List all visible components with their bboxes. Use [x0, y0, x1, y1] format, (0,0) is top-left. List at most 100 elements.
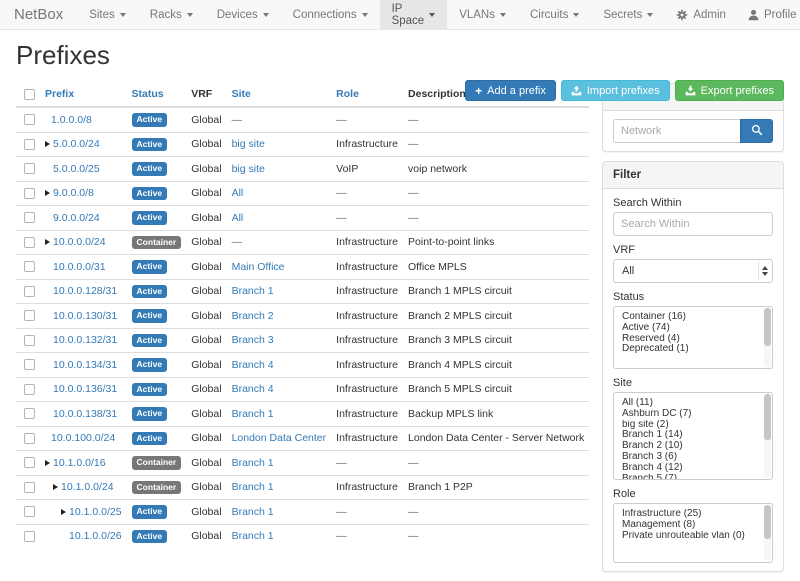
column-header-site[interactable]: Site	[227, 83, 332, 107]
site-link[interactable]: Branch 1	[232, 481, 274, 493]
row-checkbox-cell	[16, 132, 40, 157]
site-link[interactable]: Branch 1	[232, 457, 274, 469]
site-link[interactable]: Main Office	[232, 261, 285, 273]
brand-logo[interactable]: NetBox	[0, 0, 77, 29]
admin-link[interactable]: Admin	[665, 0, 737, 29]
nav-item-sites[interactable]: Sites	[77, 0, 138, 29]
nav-item-racks[interactable]: Racks	[138, 0, 205, 29]
prefix-link[interactable]: 10.1.0.0/24	[61, 481, 114, 493]
prefix-link[interactable]: 1.0.0.0/8	[51, 114, 92, 126]
nav-item-ip-space[interactable]: IP Space	[380, 0, 448, 29]
site-filter-option[interactable]: Branch 2 (10)	[614, 441, 772, 452]
profile-link[interactable]: Profile	[737, 0, 800, 29]
site-filter-option[interactable]: Branch 1 (14)	[614, 430, 772, 441]
expand-caret-icon[interactable]	[45, 141, 50, 147]
prefix-link[interactable]: 9.0.0.0/8	[53, 187, 94, 199]
site-filter-option[interactable]: Branch 4 (12)	[614, 463, 772, 474]
scrollbar-thumb[interactable]	[764, 308, 771, 346]
row-checkbox[interactable]	[24, 237, 35, 248]
site-link[interactable]: Branch 1	[232, 285, 274, 297]
prefix-link[interactable]: 10.1.0.0/16	[53, 457, 106, 469]
row-checkbox[interactable]	[24, 114, 35, 125]
row-checkbox[interactable]	[24, 139, 35, 150]
row-checkbox[interactable]	[24, 163, 35, 174]
site-link[interactable]: Branch 4	[232, 383, 274, 395]
row-checkbox[interactable]	[24, 286, 35, 297]
site-link[interactable]: London Data Center	[232, 432, 327, 444]
row-checkbox[interactable]	[24, 457, 35, 468]
site-link[interactable]: Branch 1	[232, 506, 274, 518]
export-prefixes-button[interactable]: Export prefixes	[675, 80, 784, 101]
prefix-link[interactable]: 10.0.100.0/24	[51, 432, 115, 444]
site-filter-option[interactable]: Branch 5 (7)	[614, 474, 772, 480]
import-prefixes-button[interactable]: Import prefixes	[561, 80, 670, 101]
status-filter-option[interactable]: Active (74)	[614, 323, 772, 334]
prefix-link[interactable]: 10.1.0.0/25	[69, 506, 122, 518]
prefix-link[interactable]: 10.0.0.136/31	[53, 383, 117, 395]
row-checkbox[interactable]	[24, 310, 35, 321]
row-checkbox[interactable]	[24, 433, 35, 444]
expand-caret-icon[interactable]	[45, 190, 50, 196]
site-link[interactable]: big site	[232, 138, 265, 150]
prefix-link[interactable]: 9.0.0.0/24	[53, 212, 100, 224]
prefix-link[interactable]: 10.0.0.0/24	[53, 236, 106, 248]
prefix-link[interactable]: 10.0.0.138/31	[53, 408, 117, 420]
column-header-prefix[interactable]: Prefix	[40, 83, 127, 107]
add-prefix-button[interactable]: + Add a prefix	[465, 80, 556, 101]
status-badge: Active	[132, 530, 168, 544]
status-filter-option[interactable]: Deprecated (1)	[614, 344, 772, 355]
site-link[interactable]: big site	[232, 163, 265, 175]
prefix-link[interactable]: 10.0.0.0/31	[53, 261, 106, 273]
nav-item-connections[interactable]: Connections	[281, 0, 380, 29]
row-checkbox[interactable]	[24, 335, 35, 346]
row-checkbox[interactable]	[24, 531, 35, 542]
status-filter-option[interactable]: Reserved (4)	[614, 334, 772, 345]
scrollbar-thumb[interactable]	[764, 394, 771, 440]
row-checkbox[interactable]	[24, 408, 35, 419]
row-checkbox[interactable]	[24, 506, 35, 517]
column-header-role[interactable]: Role	[331, 83, 403, 107]
select-all-checkbox[interactable]	[24, 89, 35, 100]
prefix-link[interactable]: 10.0.0.134/31	[53, 359, 117, 371]
prefix-link[interactable]: 5.0.0.0/24	[53, 138, 100, 150]
site-link[interactable]: Branch 1	[232, 408, 274, 420]
site-link[interactable]: All	[232, 212, 244, 224]
expand-caret-icon[interactable]	[45, 460, 50, 466]
vrf-filter-select[interactable]: All	[613, 259, 773, 283]
expand-caret-icon[interactable]	[61, 509, 66, 515]
search-input[interactable]	[613, 119, 740, 143]
nav-item-vlans[interactable]: VLANs	[447, 0, 518, 29]
prefix-link[interactable]: 10.0.0.132/31	[53, 334, 117, 346]
site-link[interactable]: Branch 4	[232, 359, 274, 371]
nav-item-secrets[interactable]: Secrets	[591, 0, 665, 29]
search-button[interactable]	[740, 119, 773, 143]
site-filter-option[interactable]: Branch 3 (6)	[614, 452, 772, 463]
prefix-link[interactable]: 10.0.0.130/31	[53, 310, 117, 322]
column-header-status[interactable]: Status	[127, 83, 187, 107]
role-filter-option[interactable]: Private unrouteable vlan (0)	[614, 531, 772, 542]
site-link[interactable]: Branch 3	[232, 334, 274, 346]
site-link[interactable]: All	[232, 187, 244, 199]
row-checkbox[interactable]	[24, 384, 35, 395]
site-link[interactable]: Branch 1	[232, 530, 274, 542]
row-checkbox[interactable]	[24, 188, 35, 199]
search-within-input[interactable]	[613, 212, 773, 236]
site-link[interactable]: Branch 2	[232, 310, 274, 322]
nav-item-circuits[interactable]: Circuits	[518, 0, 591, 29]
site-filter-option[interactable]: Ashburn DC (7)	[614, 409, 772, 420]
site-filter-option[interactable]: big site (2)	[614, 420, 772, 431]
status-filter-option[interactable]: Container (16)	[614, 312, 772, 323]
row-checkbox[interactable]	[24, 359, 35, 370]
prefix-link[interactable]: 10.0.0.128/31	[53, 285, 117, 297]
nav-item-devices[interactable]: Devices	[205, 0, 281, 29]
row-checkbox[interactable]	[24, 482, 35, 493]
prefix-link[interactable]: 5.0.0.0/25	[53, 163, 100, 175]
scrollbar-thumb[interactable]	[764, 505, 771, 539]
expand-caret-icon[interactable]	[53, 484, 58, 490]
role-filter-option[interactable]: Management (8)	[614, 520, 772, 531]
site-filter-option[interactable]: All (11)	[614, 398, 772, 409]
prefix-link[interactable]: 10.1.0.0/26	[69, 530, 122, 542]
row-checkbox[interactable]	[24, 212, 35, 223]
expand-caret-icon[interactable]	[45, 239, 50, 245]
row-checkbox[interactable]	[24, 261, 35, 272]
